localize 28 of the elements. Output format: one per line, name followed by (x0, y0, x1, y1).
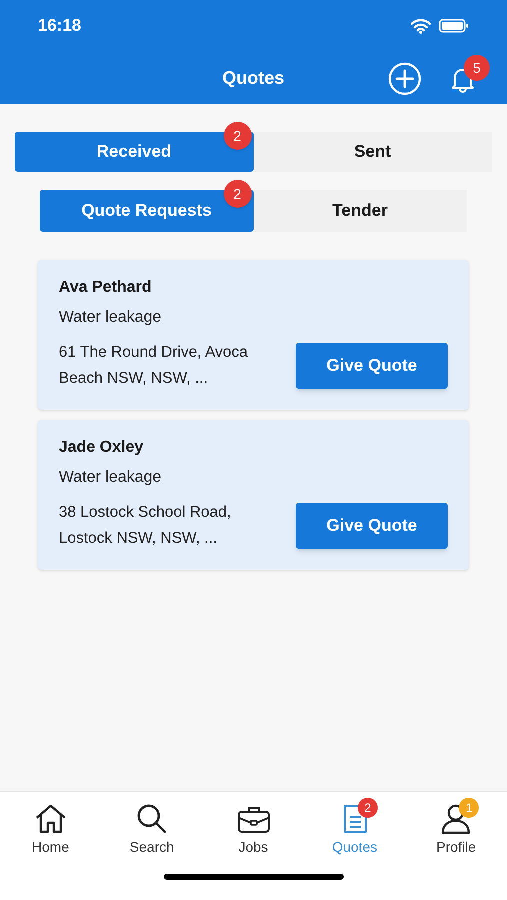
request-card[interactable]: Ava Pethard Water leakage 61 The Round Drive, Avoca Beach NSW, NSW, ... Give Quote (38, 260, 469, 410)
address-text: 38 Lostock School Road, Lostock NSW, NSW, ... (59, 503, 232, 549)
battery-icon (439, 19, 469, 33)
add-icon[interactable] (388, 62, 422, 96)
briefcase-icon (236, 804, 271, 834)
give-quote-button[interactable]: Give Quote (296, 503, 448, 549)
notification-badge: 5 (464, 55, 490, 81)
count-badge: 2 (224, 122, 252, 150)
count-badge: 2 (224, 180, 252, 208)
request-card[interactable]: Jade Oxley Water leakage 38 Lostock School Road, Lostock NSW, NSW, ... Give Quote (38, 420, 469, 570)
issue-text: Water leakage (59, 468, 163, 488)
status-time: 16:18 (38, 15, 82, 38)
screen-title: Quotes (222, 66, 284, 90)
nav-tab[interactable]: Jobs (202, 792, 304, 862)
customer-name: Ava Pethard (59, 278, 153, 298)
home-icon (34, 804, 68, 834)
nav-tab[interactable]: Home (0, 792, 102, 862)
count-badge: 2 (358, 798, 378, 818)
nav-tab[interactable]: 2 Quotes (304, 792, 406, 862)
customer-name: Jade Oxley (59, 438, 144, 458)
address-text: 61 The Round Drive, Avoca Beach NSW, NSW, ... (59, 343, 249, 389)
give-quote-button[interactable]: Give Quote (296, 343, 448, 389)
nav-tab[interactable]: 1 Profile (406, 792, 507, 862)
count-badge: 1 (459, 798, 480, 818)
wifi-icon (411, 18, 431, 34)
nav-tab[interactable]: Search (101, 792, 203, 862)
notifications-button[interactable]: 5 (448, 55, 490, 94)
issue-text: Water leakage (59, 308, 163, 328)
